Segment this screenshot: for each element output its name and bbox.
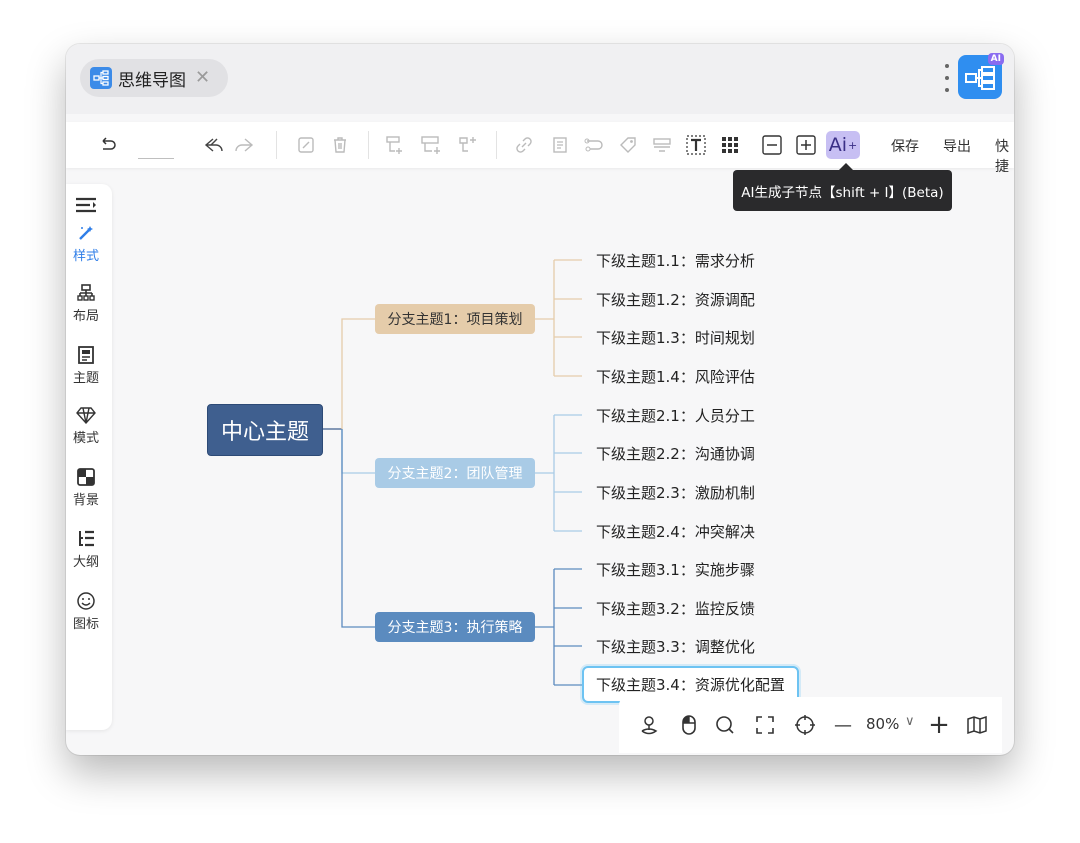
sidebar-toggle[interactable] bbox=[66, 194, 106, 216]
insert-sibling-icon[interactable] bbox=[420, 133, 444, 157]
fullscreen-icon[interactable] bbox=[753, 713, 777, 737]
app-logo[interactable]: AI bbox=[958, 53, 1004, 99]
save-button[interactable]: 保存 bbox=[891, 136, 919, 156]
zoom-in-button[interactable]: + bbox=[927, 710, 951, 740]
subtopic-1-1[interactable]: 下级主题1.1：需求分析 bbox=[596, 250, 755, 271]
delete-icon[interactable] bbox=[328, 133, 352, 157]
subtopic-3-1[interactable]: 下级主题3.1：实施步骤 bbox=[596, 559, 755, 580]
tag-icon[interactable] bbox=[616, 133, 640, 157]
app-window: 思维导图 ✕ AI Ai + 保存 导出 快捷 AI生成子节点【shift + … bbox=[66, 44, 1014, 755]
minus-icon: — bbox=[834, 714, 852, 736]
locate-center-icon[interactable] bbox=[793, 713, 817, 737]
root-topic[interactable]: 中心主题 bbox=[207, 404, 323, 456]
insert-parent-icon[interactable] bbox=[456, 133, 480, 157]
zoom-out-button[interactable]: — bbox=[831, 713, 855, 737]
subtopic-3-3[interactable]: 下级主题3.3：调整优化 bbox=[596, 636, 755, 657]
branch-topic-1[interactable]: 分支主题1：项目策划 bbox=[375, 304, 535, 334]
branch-topic-3[interactable]: 分支主题3：执行策略 bbox=[375, 612, 535, 642]
sidebar-item-mode[interactable]: 模式 bbox=[66, 404, 106, 446]
subtopic-2-1[interactable]: 下级主题2.1：人员分工 bbox=[596, 405, 755, 426]
sidebar-item-label: 图标 bbox=[72, 617, 99, 632]
subtopic-1-3[interactable]: 下级主题1.3：时间规划 bbox=[596, 327, 755, 348]
layout-icon bbox=[66, 282, 106, 304]
subtopic-2-4[interactable]: 下级主题2.4：冲突解决 bbox=[596, 521, 755, 542]
text-box-icon[interactable] bbox=[684, 133, 708, 157]
separator bbox=[496, 131, 497, 159]
ai-label: Ai bbox=[828, 134, 848, 156]
edit-icon[interactable] bbox=[294, 133, 318, 157]
ai-generate-button[interactable]: Ai + bbox=[826, 131, 860, 159]
export-button[interactable]: 导出 bbox=[943, 136, 971, 156]
magic-wand-icon bbox=[66, 222, 106, 244]
subtopic-1-4[interactable]: 下级主题1.4：风险评估 bbox=[596, 366, 755, 387]
branch-topic-2[interactable]: 分支主题2：团队管理 bbox=[375, 458, 535, 488]
sidebar-item-label: 主题 bbox=[72, 371, 99, 386]
diamond-icon bbox=[66, 404, 106, 426]
map-icon[interactable] bbox=[965, 713, 989, 737]
mindmap-canvas[interactable]: 中心主题 分支主题1：项目策划 分支主题2：团队管理 分支主题3：执行策略 下级… bbox=[112, 168, 1014, 755]
link-icon[interactable] bbox=[512, 133, 536, 157]
menu-collapse-icon bbox=[66, 194, 106, 216]
separator bbox=[368, 131, 369, 159]
insert-child-icon[interactable] bbox=[384, 133, 408, 157]
sidebar-item-label: 模式 bbox=[72, 431, 99, 446]
forward-icon[interactable] bbox=[232, 133, 256, 157]
reply-back-icon[interactable] bbox=[202, 133, 226, 157]
mindmap-icon bbox=[90, 67, 112, 89]
zoom-dropdown-icon[interactable]: ∨ bbox=[905, 714, 915, 729]
location-pin-icon[interactable] bbox=[637, 713, 661, 737]
sidebar-item-theme[interactable]: 主题 bbox=[66, 344, 106, 386]
sidebar-item-label: 布局 bbox=[72, 309, 99, 324]
title-bar: 思维导图 ✕ AI bbox=[66, 44, 1014, 114]
bottom-toolbar: — 80% ∨ + bbox=[619, 697, 1002, 753]
sidebar-item-label: 样式 bbox=[72, 249, 99, 264]
sidebar-item-label: 背景 bbox=[72, 493, 99, 508]
toolbar: Ai + 保存 导出 快捷 bbox=[66, 122, 1014, 175]
undo-icon[interactable] bbox=[96, 133, 120, 157]
font-size-field[interactable] bbox=[138, 158, 174, 159]
emoji-icon bbox=[66, 590, 106, 612]
separator bbox=[276, 131, 277, 159]
subtopic-1-2[interactable]: 下级主题1.2：资源调配 bbox=[596, 289, 755, 310]
mouse-icon[interactable] bbox=[677, 713, 701, 737]
sidebar-item-outline[interactable]: 大纲 bbox=[66, 528, 106, 570]
collapse-icon[interactable] bbox=[760, 133, 784, 157]
tab-mindmap[interactable]: 思维导图 ✕ bbox=[80, 59, 228, 97]
grid-icon[interactable] bbox=[718, 133, 742, 157]
ai-sparkle-icon: + bbox=[848, 138, 858, 152]
background-icon bbox=[66, 466, 106, 488]
connector-lines bbox=[321, 259, 582, 686]
sidebar-item-label: 大纲 bbox=[72, 555, 99, 570]
outline-icon bbox=[66, 528, 106, 550]
expand-icon[interactable] bbox=[794, 133, 818, 157]
subtopic-2-2[interactable]: 下级主题2.2：沟通协调 bbox=[596, 443, 755, 464]
more-menu-icon[interactable] bbox=[945, 64, 951, 92]
sidebar-item-layout[interactable]: 布局 bbox=[66, 282, 106, 324]
tab-close-icon[interactable]: ✕ bbox=[195, 69, 210, 87]
sidebar-item-background[interactable]: 背景 bbox=[66, 466, 106, 508]
associate-line-icon[interactable] bbox=[582, 133, 606, 157]
sidebar-item-style[interactable]: 样式 bbox=[66, 222, 106, 264]
subtopic-3-2[interactable]: 下级主题3.2：监控反馈 bbox=[596, 598, 755, 619]
left-sidebar: 样式 布局 主题 模式 背景 大纲 图标 bbox=[66, 184, 112, 730]
search-icon[interactable] bbox=[713, 713, 737, 737]
plus-icon: + bbox=[928, 710, 950, 740]
sidebar-item-icons[interactable]: 图标 bbox=[66, 590, 106, 632]
note-icon[interactable] bbox=[548, 133, 572, 157]
zoom-level[interactable]: 80% bbox=[866, 715, 899, 733]
summary-icon[interactable] bbox=[650, 133, 674, 157]
ai-badge: AI bbox=[987, 53, 1004, 65]
subtopic-2-3[interactable]: 下级主题2.3：激励机制 bbox=[596, 482, 755, 503]
theme-icon bbox=[66, 344, 106, 366]
tab-label: 思维导图 bbox=[118, 70, 186, 91]
